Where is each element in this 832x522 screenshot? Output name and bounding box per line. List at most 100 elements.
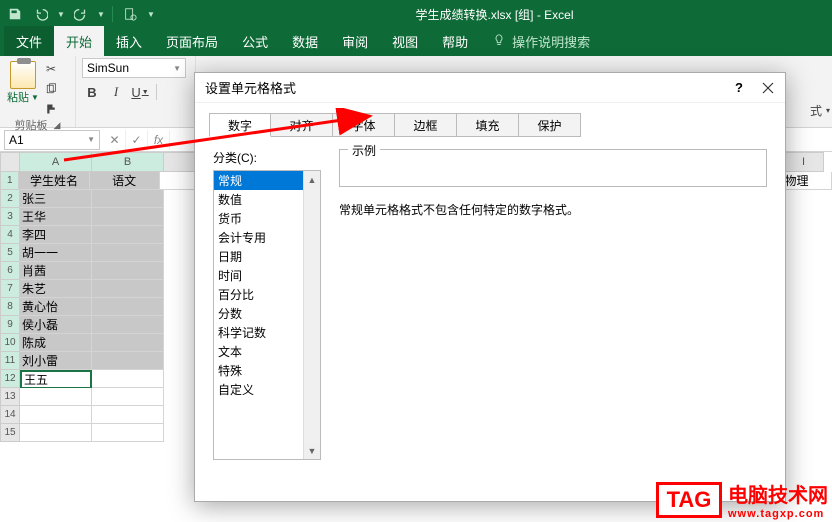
undo-dropdown-icon[interactable]: ▼	[56, 3, 66, 25]
cell-b2[interactable]	[92, 190, 164, 208]
cell-b13[interactable]	[92, 388, 164, 406]
cell-b6[interactable]	[92, 262, 164, 280]
cell-b8[interactable]	[92, 298, 164, 316]
cell-b4[interactable]	[92, 226, 164, 244]
tab-layout[interactable]: 页面布局	[154, 26, 230, 56]
tab-formula[interactable]: 公式	[230, 26, 280, 56]
dlg-tab-protect[interactable]: 保护	[519, 113, 581, 137]
row-header[interactable]: 3	[0, 208, 20, 226]
category-label: 分类(C):	[213, 149, 321, 166]
dlg-tab-font[interactable]: 字体	[333, 113, 395, 137]
cell-a10[interactable]: 陈成	[20, 334, 92, 352]
dialog-close-icon[interactable]	[761, 81, 775, 95]
cell-b15[interactable]	[92, 424, 164, 442]
col-header-a[interactable]: A	[20, 152, 92, 172]
cell-a4[interactable]: 李四	[20, 226, 92, 244]
print-preview-icon[interactable]	[119, 3, 141, 25]
qat-customize-icon[interactable]: ▼	[145, 3, 157, 25]
scroll-up-icon[interactable]: ▲	[304, 171, 320, 188]
dlg-tab-align[interactable]: 对齐	[271, 113, 333, 137]
row-header[interactable]: 2	[0, 190, 20, 208]
tab-data[interactable]: 数据	[280, 26, 330, 56]
cell-a9[interactable]: 侯小磊	[20, 316, 92, 334]
row-header[interactable]: 15	[0, 424, 20, 442]
row-header[interactable]: 8	[0, 298, 20, 316]
cell-b9[interactable]	[92, 316, 164, 334]
tab-help[interactable]: 帮助	[430, 26, 480, 56]
app-title: 学生成绩转换.xlsx [组] - Excel	[157, 6, 832, 23]
enter-icon[interactable]: ✓	[126, 130, 148, 150]
cancel-icon[interactable]: ✕	[104, 130, 126, 150]
cell-styles-dropdown[interactable]: 式▾	[810, 102, 830, 119]
row-header[interactable]: 14	[0, 406, 20, 424]
search-placeholder: 操作说明搜索	[512, 32, 590, 51]
cell-a3[interactable]: 王华	[20, 208, 92, 226]
row-header[interactable]: 4	[0, 226, 20, 244]
paste-button[interactable]: 粘贴▼	[6, 58, 40, 108]
format-painter-icon[interactable]	[40, 100, 62, 118]
listbox-scrollbar[interactable]: ▲ ▼	[303, 171, 320, 459]
dialog-tabs: 数字 对齐 字体 边框 填充 保护	[195, 103, 785, 137]
row-header[interactable]: 6	[0, 262, 20, 280]
bold-button[interactable]: B	[82, 82, 102, 102]
dlg-tab-border[interactable]: 边框	[395, 113, 457, 137]
cell-b11[interactable]	[92, 352, 164, 370]
cell-a7[interactable]: 朱艺	[20, 280, 92, 298]
scroll-down-icon[interactable]: ▼	[304, 442, 320, 459]
watermark: TAG 电脑技术网 www.tagxp.com	[656, 479, 828, 520]
font-name-select[interactable]: SimSun▼	[82, 58, 186, 78]
col-header-i[interactable]: I	[784, 152, 824, 172]
row-header[interactable]: 5	[0, 244, 20, 262]
category-listbox[interactable]: 常规数值货币会计专用日期时间百分比分数科学记数文本特殊自定义 ▲ ▼	[213, 170, 321, 460]
cell-b14[interactable]	[92, 406, 164, 424]
redo-icon[interactable]	[70, 3, 92, 25]
row-header[interactable]: 11	[0, 352, 20, 370]
watermark-url: www.tagxp.com	[728, 508, 828, 520]
row-header[interactable]: 9	[0, 316, 20, 334]
dlg-tab-fill[interactable]: 填充	[457, 113, 519, 137]
tab-view[interactable]: 视图	[380, 26, 430, 56]
cell-b1[interactable]: 语文	[90, 172, 160, 190]
undo-icon[interactable]	[30, 3, 52, 25]
col-header-b[interactable]: B	[92, 152, 164, 172]
tell-me-search[interactable]: 操作说明搜索	[480, 32, 602, 56]
cell-a2[interactable]: 张三	[20, 190, 92, 208]
fx-icon[interactable]: fx	[148, 130, 170, 150]
cell-a13[interactable]	[20, 388, 92, 406]
dlg-tab-number[interactable]: 数字	[209, 113, 271, 137]
tab-review[interactable]: 审阅	[330, 26, 380, 56]
cell-b3[interactable]	[92, 208, 164, 226]
dialog-help-icon[interactable]: ?	[735, 80, 743, 95]
titlebar: ▼ ▼ ▼ 学生成绩转换.xlsx [组] - Excel	[0, 0, 832, 28]
tab-file[interactable]: 文件	[4, 26, 54, 56]
cell-b10[interactable]	[92, 334, 164, 352]
cell-b5[interactable]	[92, 244, 164, 262]
cell-b7[interactable]	[92, 280, 164, 298]
tab-home[interactable]: 开始	[54, 26, 104, 56]
row-header[interactable]: 13	[0, 388, 20, 406]
tab-insert[interactable]: 插入	[104, 26, 154, 56]
save-icon[interactable]	[4, 3, 26, 25]
cell-a6[interactable]: 肖茜	[20, 262, 92, 280]
cut-icon[interactable]: ✂	[40, 60, 62, 78]
cell-a8[interactable]: 黄心怡	[20, 298, 92, 316]
cell-a15[interactable]	[20, 424, 92, 442]
watermark-text: 电脑技术网	[728, 479, 828, 508]
clipboard-launcher-icon[interactable]: ◢	[54, 120, 61, 131]
ribbon-tabs: 文件 开始 插入 页面布局 公式 数据 审阅 视图 帮助 操作说明搜索	[0, 28, 832, 56]
redo-dropdown-icon[interactable]: ▼	[96, 3, 106, 25]
cell-b12[interactable]	[92, 370, 164, 388]
row-header[interactable]: 12	[0, 370, 20, 388]
cell-a14[interactable]	[20, 406, 92, 424]
cell-a12[interactable]: 王五	[20, 370, 92, 389]
row-header[interactable]: 1	[0, 172, 19, 190]
cell-a11[interactable]: 刘小雷	[20, 352, 92, 370]
cell-a5[interactable]: 胡一一	[20, 244, 92, 262]
select-all-corner[interactable]	[0, 152, 20, 172]
underline-button[interactable]: U▼	[130, 82, 150, 102]
copy-icon[interactable]	[40, 80, 62, 98]
cell-a1[interactable]: 学生姓名	[19, 172, 89, 190]
italic-button[interactable]: I	[106, 82, 126, 102]
row-header[interactable]: 10	[0, 334, 20, 352]
row-header[interactable]: 7	[0, 280, 20, 298]
